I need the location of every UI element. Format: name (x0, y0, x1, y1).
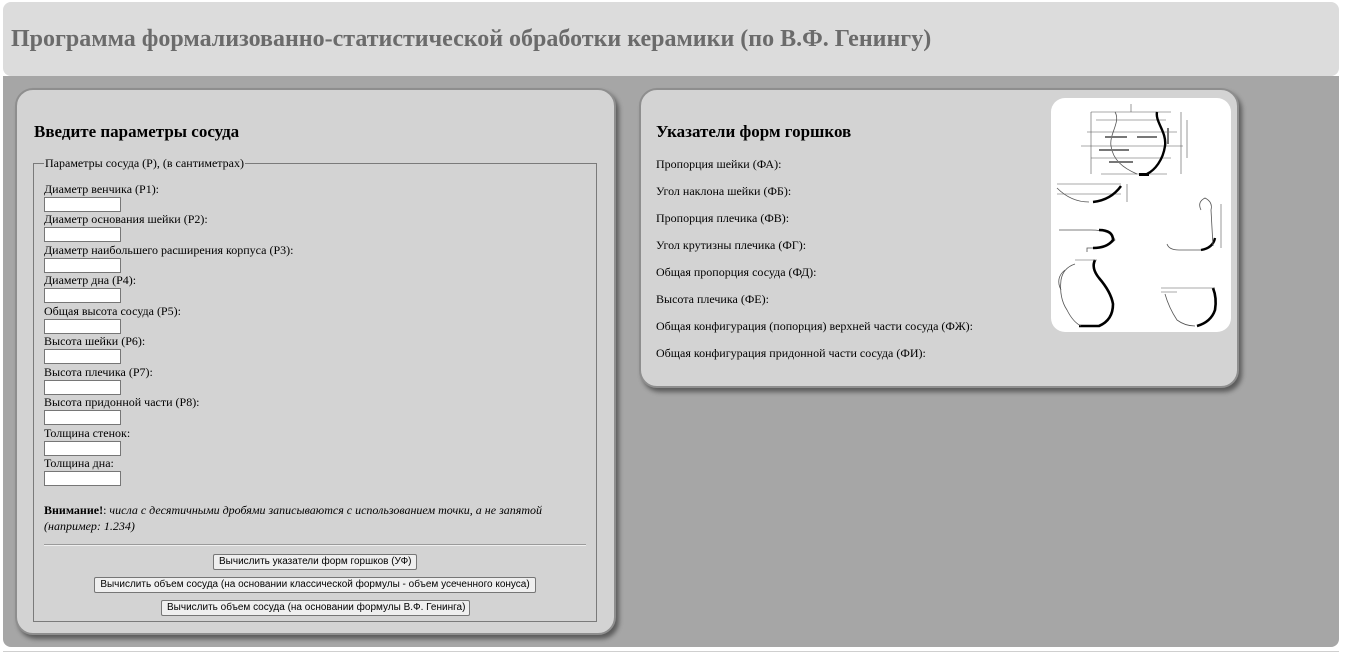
page-header: Программа формализованно-статистической … (3, 2, 1339, 76)
indicator-label: Пропорция шейки (ФА): (656, 157, 782, 171)
indicator-row: Общая конфигурация придонной части сосуд… (656, 346, 926, 360)
note-text: числа с десятичными дробями записываются… (44, 503, 543, 533)
indicator-row: Общая пропорция сосуда (ФД): (656, 265, 816, 279)
wall-thickness-input[interactable] (44, 441, 121, 456)
field-label: Диаметр наибольшего расширения корпуса (… (44, 243, 294, 257)
indicators-heading: Указатели форм горшков (656, 122, 852, 141)
parameters-heading: Введите параметры сосуда (34, 122, 240, 141)
indicator-label: Угол крутизны плечика (ФГ): (656, 238, 807, 252)
field-wall-thickness: Толщина стенок: (44, 426, 130, 456)
field-label: Толщина стенок: (44, 426, 131, 440)
field-label: Высота шейки (Р6): (44, 334, 146, 348)
indicator-label: Пропорция плечика (ФВ): (656, 211, 790, 225)
neck-height-input[interactable] (44, 349, 121, 364)
bottom-thickness-input[interactable] (44, 471, 121, 486)
max-body-diameter-input[interactable] (44, 258, 121, 273)
main-area: Введите параметры сосуда Параметры сосуд… (3, 76, 1339, 647)
page-bottom-divider (3, 651, 1339, 652)
indicator-row: Пропорция плечика (ФВ): (656, 211, 789, 225)
neck-base-diameter-input[interactable] (44, 227, 121, 242)
rim-diameter-input[interactable] (44, 197, 121, 212)
pottery-diagram-image (1051, 98, 1231, 332)
field-total-height: Общая высота сосуда (Р5): (44, 304, 181, 334)
shoulder-height-input[interactable] (44, 380, 121, 395)
field-shoulder-height: Высота плечика (Р7): (44, 365, 153, 395)
field-bottom-diameter: Диаметр дна (Р4): (44, 273, 136, 303)
indicator-label: Общая пропорция сосуда (ФД): (656, 265, 817, 279)
page-title: Программа формализованно-статистической … (11, 26, 932, 52)
bottom-part-height-input[interactable] (44, 410, 121, 425)
calculate-indicators-button[interactable]: Вычислить указатели форм горшков (УФ) (213, 554, 417, 570)
field-max-body-diameter: Диаметр наибольшего расширения корпуса (… (44, 243, 293, 273)
field-label: Общая высота сосуда (Р5): (44, 304, 181, 318)
field-label: Диаметр дна (Р4): (44, 273, 137, 287)
decimal-note: Внимание!: числа с десятичными дробями з… (44, 502, 584, 534)
vessel-parameters-panel: Введите параметры сосуда Параметры сосуд… (15, 88, 616, 635)
parameters-legend: Параметры сосуда (Р), (в сантиметрах) (45, 156, 245, 170)
shape-indicators-panel: Указатели форм горшков Пропорция шейки (… (639, 88, 1239, 388)
indicator-row: Угол наклона шейки (ФБ): (656, 184, 791, 198)
note-warning: Внимание! (44, 503, 104, 517)
field-label: Высота придонной части (Р8): (44, 395, 200, 409)
indicator-row: Общая конфигурация (попорция) верхней ча… (656, 319, 973, 333)
indicator-label: Высота плечика (ФЕ): (656, 292, 769, 306)
indicator-row: Пропорция шейки (ФА): (656, 157, 781, 171)
indicator-label: Общая конфигурация придонной части сосуд… (656, 346, 926, 360)
indicator-row: Угол крутизны плечика (ФГ): (656, 238, 806, 252)
total-height-input[interactable] (44, 319, 121, 334)
parameters-fieldset: Параметры сосуда (Р), (в сантиметрах) Ди… (33, 156, 597, 622)
calculate-volume-classic-button[interactable]: Вычислить объем сосуда (на основании кла… (94, 577, 536, 593)
field-label: Высота плечика (Р7): (44, 365, 153, 379)
indicator-row: Высота плечика (ФЕ): (656, 292, 769, 306)
calculate-volume-gening-button[interactable]: Вычислить объем сосуда (на основании фор… (161, 600, 470, 616)
field-bottom-part-height: Высота придонной части (Р8): (44, 395, 200, 425)
field-neck-base-diameter: Диаметр основания шейки (Р2): (44, 212, 208, 242)
field-bottom-thickness: Толщина дна: (44, 456, 121, 486)
field-rim-diameter: Диаметр венчика (Р1): (44, 182, 159, 212)
divider (44, 544, 586, 546)
bottom-diameter-input[interactable] (44, 288, 121, 303)
indicator-label: Общая конфигурация (попорция) верхней ча… (656, 319, 973, 333)
field-label: Толщина дна: (44, 456, 114, 470)
field-label: Диаметр венчика (Р1): (44, 182, 160, 196)
indicator-label: Угол наклона шейки (ФБ): (656, 184, 792, 198)
field-label: Диаметр основания шейки (Р2): (44, 212, 208, 226)
field-neck-height: Высота шейки (Р6): (44, 334, 145, 364)
